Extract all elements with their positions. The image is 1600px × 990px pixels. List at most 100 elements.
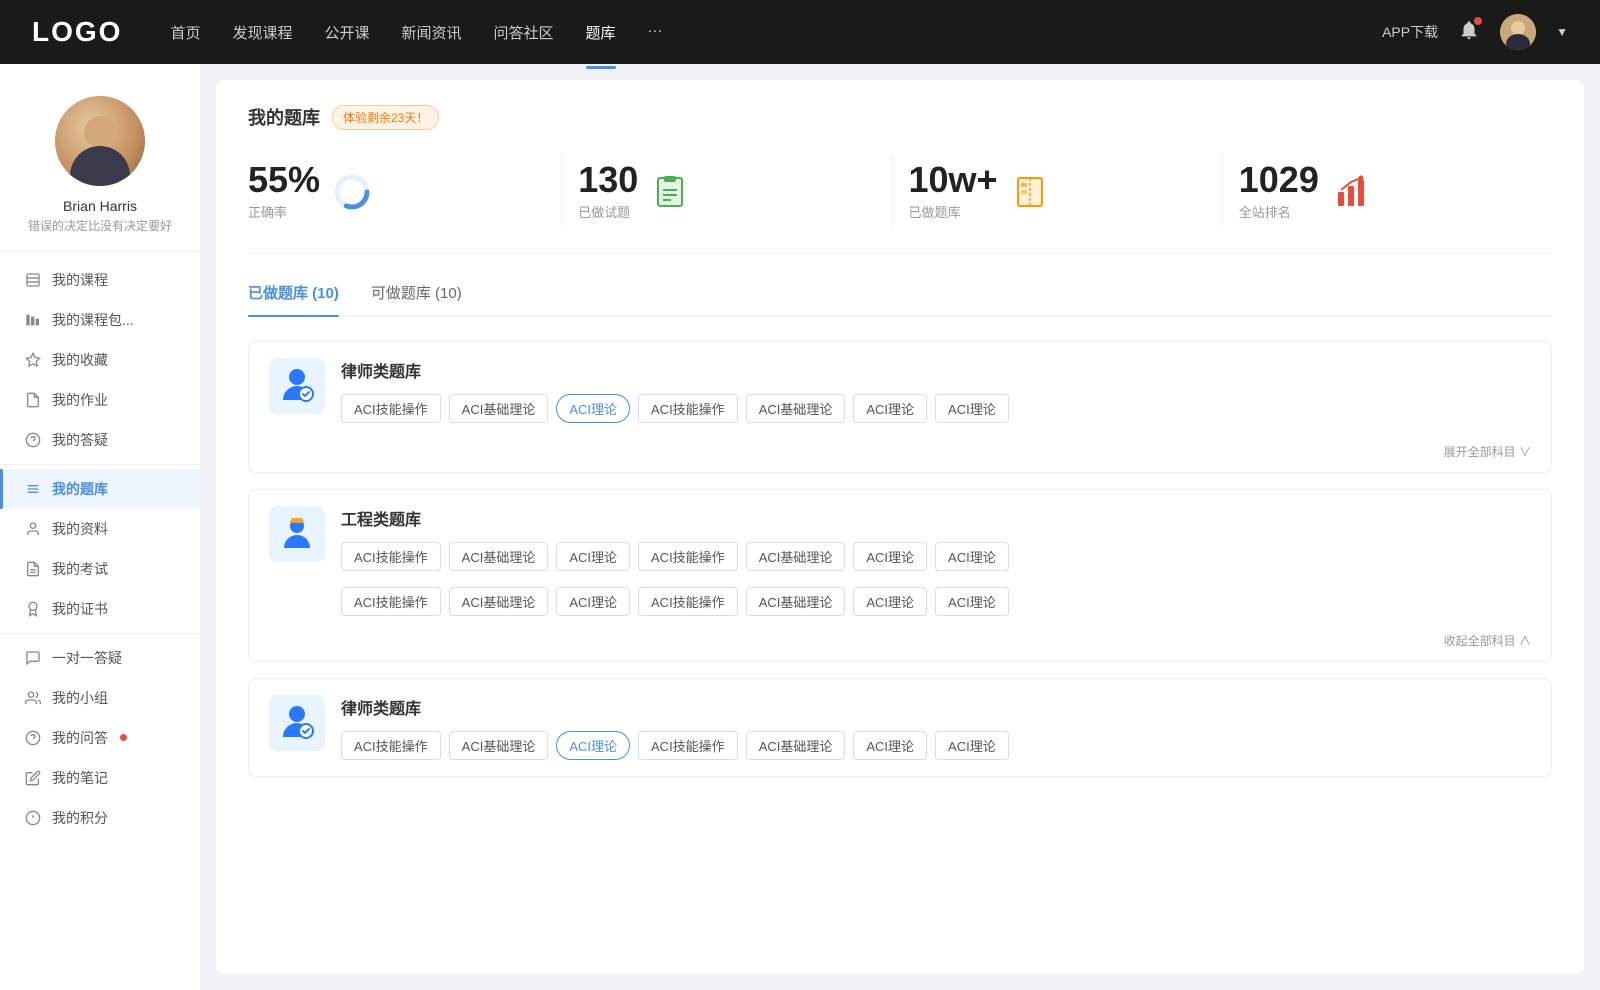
sidebar-divider-1 [0,464,200,465]
qbank-tag-2r-3[interactable]: ACI技能操作 [638,587,738,616]
qbank-tag-3-1[interactable]: ACI基础理论 [449,731,549,760]
my-qa-icon [24,729,42,747]
qbank-tag-2-5[interactable]: ACI理论 [853,542,927,571]
avatar-svg [1500,14,1536,50]
profile-avatar-image [55,96,145,186]
avatar-image [1500,14,1536,50]
qbank-card-header-1: 律师类题库 ACI技能操作 ACI基础理论 ACI理论 ACI技能操作 ACI基… [249,342,1551,439]
qbank-tag-2r-5[interactable]: ACI理论 [853,587,927,616]
sidebar-item-exam[interactable]: 我的考试 [0,549,200,589]
homework-icon [24,391,42,409]
user-avatar[interactable] [1500,14,1536,50]
notification-bell[interactable] [1458,19,1480,46]
sidebar-label-qbank: 我的题库 [52,479,108,499]
sidebar-label-certificate: 我的证书 [52,599,108,619]
stat-accuracy-value: 55% [248,162,320,198]
qbank-tag-3-0[interactable]: ACI技能操作 [341,731,441,760]
nav-item-qa[interactable]: 问答社区 [494,18,554,47]
qbank-tag-2-3[interactable]: ACI技能操作 [638,542,738,571]
stats-row: 55% 正确率 130 已做试题 [248,154,1552,254]
nav-item-news[interactable]: 新闻资讯 [402,18,462,47]
profile-name: Brian Harris [63,198,137,214]
sidebar-label-notes: 我的笔记 [52,768,108,788]
app-download-button[interactable]: APP下载 [1382,22,1438,42]
sidebar-label-points: 我的积分 [52,808,108,828]
accuracy-chart-icon [332,172,372,212]
sidebar-item-my-qa[interactable]: 我的问答 [0,718,200,758]
clipboard-icon [652,174,688,210]
my-courses-icon [24,271,42,289]
page-header: 我的题库 体验剩余23天！ [248,104,1552,130]
qbank-tag-1-6[interactable]: ACI理论 [935,394,1009,423]
qbank-tag-3-4[interactable]: ACI基础理论 [746,731,846,760]
stat-rank-info: 1029 全站排名 [1239,162,1319,221]
tab-done-banks[interactable]: 已做题库 (10) [248,282,339,315]
sidebar-item-one-on-one[interactable]: 一对一答疑 [0,638,200,678]
qbank-tag-3-5[interactable]: ACI理论 [853,731,927,760]
stat-done-info: 130 已做试题 [578,162,638,221]
profile-icon [24,520,42,538]
navbar-nav: 首页 发现课程 公开课 新闻资讯 问答社区 题库 ··· [170,18,1382,47]
nav-item-qbank[interactable]: 题库 [586,18,616,47]
tabs-row: 已做题库 (10) 可做题库 (10) [248,282,1552,317]
qbank-tag-1-2[interactable]: ACI理论 [556,394,630,423]
sidebar-item-group[interactable]: 我的小组 [0,678,200,718]
nav-item-more[interactable]: ··· [648,18,663,47]
qbank-tag-2-0[interactable]: ACI技能操作 [341,542,441,571]
sidebar-divider-2 [0,633,200,634]
navbar-right: APP下载 ▼ [1382,14,1568,50]
tab-available-banks[interactable]: 可做题库 (10) [371,282,462,315]
stat-done-questions: 130 已做试题 [562,154,892,229]
qbank-tag-3-3[interactable]: ACI技能操作 [638,731,738,760]
sidebar-label-questions: 我的答疑 [52,430,108,450]
sidebar-item-certificate[interactable]: 我的证书 [0,589,200,629]
qbank-tag-1-1[interactable]: ACI基础理论 [449,394,549,423]
qbank-tag-3-6[interactable]: ACI理论 [935,731,1009,760]
qbank-tag-2r-1[interactable]: ACI基础理论 [449,587,549,616]
user-menu-chevron[interactable]: ▼ [1556,25,1568,39]
qbank-tag-2r-6[interactable]: ACI理论 [935,587,1009,616]
stat-accuracy-info: 55% 正确率 [248,162,320,221]
qbank-expand-2[interactable]: 收起全部科目 ∧ [249,628,1551,661]
nav-item-open[interactable]: 公开课 [324,18,369,47]
engineer-svg [275,512,319,556]
my-qa-badge [120,734,127,741]
qbank-tags-3: ACI技能操作 ACI基础理论 ACI理论 ACI技能操作 ACI基础理论 AC… [341,731,1531,760]
navbar: LOGO 首页 发现课程 公开课 新闻资讯 问答社区 题库 ··· APP下载 [0,0,1600,64]
qbank-name-2: 工程类题库 [341,506,1531,530]
qbank-card-header-3: 律师类题库 ACI技能操作 ACI基础理论 ACI理论 ACI技能操作 ACI基… [249,679,1551,776]
sidebar-item-favorites[interactable]: 我的收藏 [0,340,200,380]
qbank-tag-3-2[interactable]: ACI理论 [556,731,630,760]
sidebar-item-questions[interactable]: 我的答疑 [0,420,200,460]
qbank-tag-1-0[interactable]: ACI技能操作 [341,394,441,423]
sidebar-item-course-package[interactable]: 我的课程包... [0,300,200,340]
qbank-name-3: 律师类题库 [341,695,1531,719]
sidebar-item-my-courses[interactable]: 我的课程 [0,260,200,300]
stat-done-value: 130 [578,162,638,198]
qbank-tag-1-3[interactable]: ACI技能操作 [638,394,738,423]
qbank-tag-1-4[interactable]: ACI基础理论 [746,394,846,423]
sidebar-item-homework[interactable]: 我的作业 [0,380,200,420]
qbank-expand-1[interactable]: 展开全部科目 ∨ [249,439,1551,472]
qbank-tag-2-2[interactable]: ACI理论 [556,542,630,571]
done-questions-icon [650,172,690,212]
sidebar-label-my-courses: 我的课程 [52,270,108,290]
sidebar-item-points[interactable]: 我的积分 [0,798,200,838]
rank-icon [1331,172,1371,212]
qbank-tag-1-5[interactable]: ACI理论 [853,394,927,423]
qbank-tag-2-4[interactable]: ACI基础理论 [746,542,846,571]
qbank-tag-2r-2[interactable]: ACI理论 [556,587,630,616]
qbank-tag-2-1[interactable]: ACI基础理论 [449,542,549,571]
nav-item-home[interactable]: 首页 [170,18,200,47]
qbank-tag-2r-0[interactable]: ACI技能操作 [341,587,441,616]
qbank-tag-2-6[interactable]: ACI理论 [935,542,1009,571]
sidebar-item-profile[interactable]: 我的资料 [0,509,200,549]
nav-item-courses[interactable]: 发现课程 [232,18,292,47]
lawyer-svg-2 [275,701,319,745]
qbank-info-3: 律师类题库 ACI技能操作 ACI基础理论 ACI理论 ACI技能操作 ACI基… [341,695,1531,760]
navbar-logo[interactable]: LOGO [32,16,122,48]
qbank-tag-2r-4[interactable]: ACI基础理论 [746,587,846,616]
sidebar-item-notes[interactable]: 我的笔记 [0,758,200,798]
sidebar-item-qbank[interactable]: 我的题库 [0,469,200,509]
profile-avatar[interactable] [55,96,145,186]
